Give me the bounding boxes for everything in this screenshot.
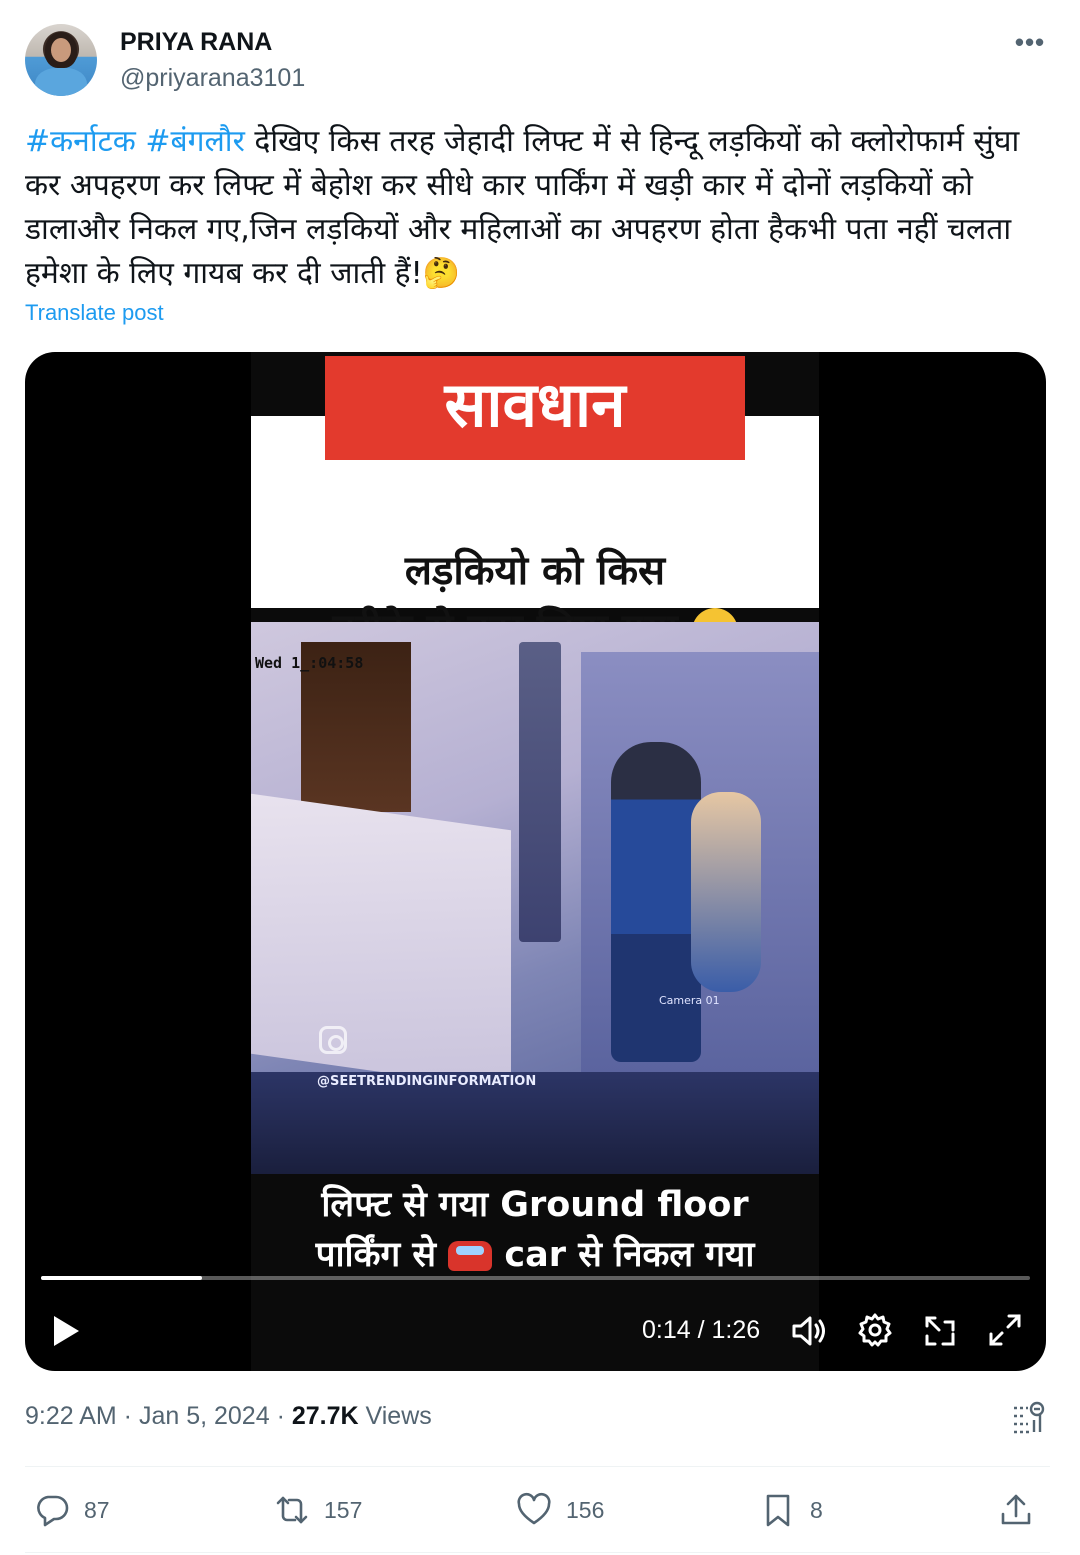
instagram-icon — [319, 1026, 347, 1054]
post-text: #कर्नाटक #बंगलौर देखिए किस तरह जेहादी लि… — [25, 120, 1050, 296]
hashtag-karnataka[interactable]: #कर्नाटक — [25, 124, 136, 159]
analytics-icon[interactable] — [1010, 1400, 1046, 1436]
author-name[interactable]: PRIYA RANA — [120, 28, 272, 57]
caption-line-2b: car से निकल गया — [504, 1235, 755, 1275]
video-caption: लिफ्ट से गया Ground floor पार्किंग से ca… — [251, 1174, 819, 1280]
heart-icon — [517, 1492, 551, 1525]
picture-in-picture-icon[interactable] — [923, 1314, 957, 1348]
share-button[interactable] — [998, 1490, 1048, 1530]
bookmark-button[interactable]: 8 — [760, 1490, 823, 1530]
bookmark-count: 8 — [810, 1496, 823, 1523]
caption-line-2: पार्किंग से car से निकल गया — [251, 1230, 819, 1280]
tweet: PRIYA RANA @priyarana3101 ••• #कर्नाटक #… — [0, 0, 1080, 1555]
post-date[interactable]: Jan 5, 2024 — [139, 1402, 270, 1430]
fullscreen-icon[interactable] — [987, 1312, 1023, 1348]
thinking-emoji: 🤔 — [422, 256, 460, 291]
video-watermark: @SEETRENDINGINFORMATION — [317, 1074, 537, 1089]
avatar[interactable] — [25, 24, 97, 96]
repost-count: 157 — [324, 1496, 363, 1523]
settings-gear-icon[interactable] — [857, 1312, 893, 1348]
like-count: 156 — [566, 1496, 605, 1523]
repost-icon — [276, 1496, 308, 1524]
video-progress-bar[interactable] — [41, 1276, 1030, 1280]
video-time: 0:14 / 1:26 — [642, 1316, 761, 1344]
video-frame: लड़कियो को किस तरीके से उठा लिया गया साव… — [251, 352, 819, 1371]
repost-button[interactable]: 157 — [274, 1490, 362, 1530]
person-figure-2 — [691, 792, 761, 992]
person-figure — [611, 742, 701, 1062]
hashtag-bangalore[interactable]: #बंगलौर — [145, 124, 245, 159]
headline-line-1: लड़कियो को किस — [404, 548, 666, 594]
camera-label: Camera 01 — [659, 994, 720, 1007]
video-player[interactable]: लड़कियो को किस तरीके से उठा लिया गया साव… — [25, 352, 1046, 1371]
post-meta: 9:22 AM · Jan 5, 2024 · 27.7K Views — [25, 1402, 432, 1430]
volume-icon[interactable] — [791, 1314, 829, 1348]
reply-button[interactable]: 87 — [34, 1490, 110, 1530]
share-icon — [1001, 1494, 1031, 1525]
video-progress-fill — [41, 1276, 203, 1280]
reply-icon — [37, 1495, 69, 1527]
lobby-floor — [251, 793, 511, 1091]
caption-line-1: लिफ्ट से गया Ground floor — [321, 1185, 749, 1225]
like-button[interactable]: 156 — [516, 1490, 604, 1530]
avatar-body — [35, 68, 87, 96]
cctv-footage: Wed 1_:04:58 Camera 01 @SEETRENDINGINFOR… — [251, 622, 819, 1174]
warning-banner: सावधान — [325, 356, 745, 460]
cctv-timestamp: Wed 1_:04:58 — [255, 654, 364, 672]
translate-post-link[interactable]: Translate post — [25, 300, 164, 326]
divider-bottom — [25, 1552, 1050, 1553]
post-time[interactable]: 9:22 AM — [25, 1402, 117, 1430]
car-icon — [448, 1241, 493, 1271]
author-handle[interactable]: @priyarana3101 — [120, 64, 305, 93]
bookmark-icon — [766, 1494, 790, 1527]
reply-count: 87 — [84, 1496, 110, 1523]
views-label: Views — [365, 1402, 432, 1430]
divider — [25, 1466, 1050, 1467]
more-options-icon[interactable]: ••• — [1010, 28, 1050, 56]
avatar-face — [51, 38, 71, 62]
caption-line-2a: पार्किंग से — [315, 1235, 437, 1275]
lift-button-panel — [519, 642, 561, 942]
play-icon[interactable] — [51, 1314, 81, 1348]
views-count: 27.7K — [291, 1402, 359, 1430]
